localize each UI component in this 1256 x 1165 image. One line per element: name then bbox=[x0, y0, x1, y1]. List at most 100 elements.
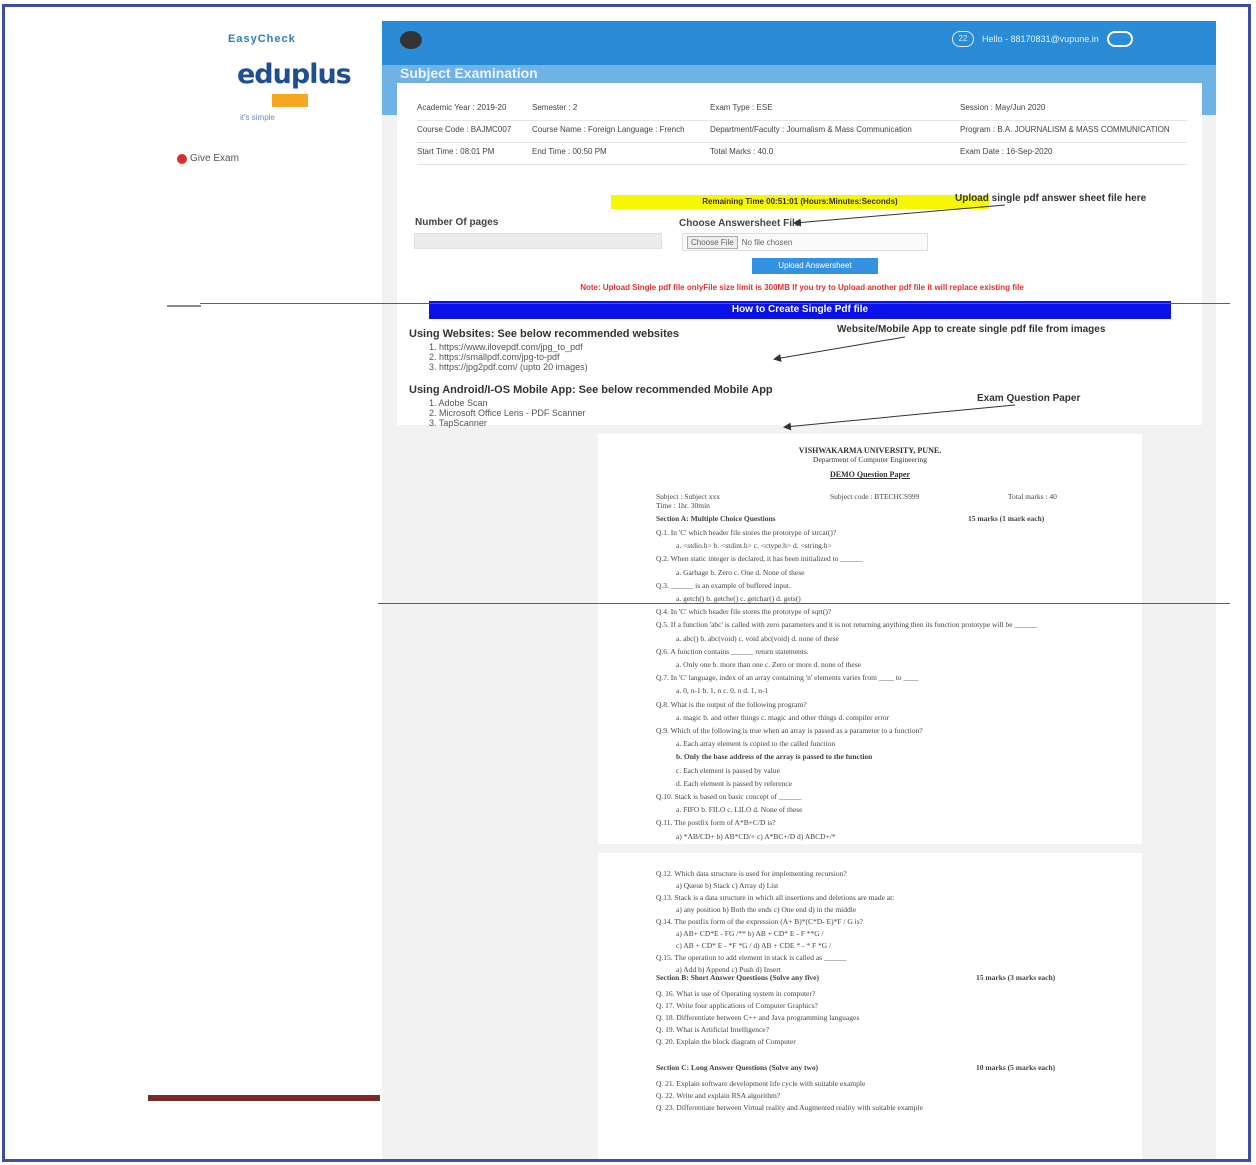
question-line: a. <stdio.h> b. <stdint.h> c. <ctype.h> … bbox=[676, 541, 832, 551]
notification-badge[interactable]: 22 bbox=[952, 31, 974, 47]
question-line: a. getch() b. getche() c. getchar() d. g… bbox=[676, 594, 801, 603]
paper-title: DEMO Question Paper bbox=[830, 470, 910, 479]
menu-toggle-icon[interactable] bbox=[400, 31, 422, 49]
question-line: Q. 17. Write four applications of Comput… bbox=[656, 1001, 818, 1010]
exam-icon bbox=[177, 153, 187, 164]
exam-card: Academic Year : 2019-20 Semester : 2 Exa… bbox=[397, 83, 1202, 428]
question-line: a) AB+ CD*E - FG /** b) AB + CD* E - F *… bbox=[676, 929, 824, 938]
choose-file-button[interactable]: Choose File bbox=[687, 235, 738, 249]
question-line: a) *AB/CD+ b) AB*CD/+ c) A*BC+/D d) ABCD… bbox=[676, 831, 836, 841]
eduplus-logo: eduplus bbox=[237, 59, 352, 90]
app-item: 3. TapScanner bbox=[429, 418, 487, 428]
apps-heading: Using Android/I-OS Mobile App: See below… bbox=[409, 384, 773, 396]
info-cell: Department/Faculty : Journalism & Mass C… bbox=[710, 125, 912, 134]
question-line: Q.15. The operation to add element in st… bbox=[656, 953, 847, 962]
section-a-marks: 15 marks (1 mark each) bbox=[968, 514, 1045, 523]
question-line: Q. 19. What is Artificial Intelligence? bbox=[656, 1025, 769, 1034]
brand-title: EasyCheck bbox=[228, 33, 296, 45]
question-line: a. abc() b. abc(void) c. void abc(void) … bbox=[676, 633, 839, 643]
settings-toggle[interactable] bbox=[1106, 31, 1133, 47]
question-line: Q. 16. What is use of Operating system i… bbox=[656, 989, 816, 998]
question-line: a. 0, n-1 b. 1, n c. 0, n d. 1, n-1 bbox=[676, 686, 769, 696]
remaining-time-banner: Remaining Time 00:51:01 (Hours:Minutes:S… bbox=[611, 195, 989, 209]
info-cell: Exam Date : 16-Sep-2020 bbox=[960, 147, 1053, 156]
question-line: a. Each array element is copied to the c… bbox=[676, 739, 836, 749]
app-item: 1. Adobe Scan bbox=[429, 398, 488, 408]
question-line: Q. 23. Differentiate between Virtual rea… bbox=[656, 1103, 923, 1112]
website-link[interactable]: 1. https://www.ilovepdf.com/jpg_to_pdf bbox=[429, 342, 588, 352]
sidebar-item-give-exam[interactable]: Give Exam bbox=[177, 153, 239, 164]
website-link[interactable]: 3. https://jpg2pdf.com/ (upto 20 images) bbox=[429, 362, 588, 372]
question-line: Q.6. A function contains ______ return s… bbox=[656, 646, 809, 656]
annotation-upload: Upload single pdf answer sheet file here bbox=[955, 193, 1147, 204]
user-area: 22 Hello - 88170831@vupune.in bbox=[952, 31, 1133, 47]
paper-department: Department of Computer Engineering bbox=[813, 455, 927, 464]
question-line: Q.3. ______ is an example of buffered in… bbox=[656, 580, 791, 590]
section-c-heading: Section C: Long Answer Questions (Solve … bbox=[656, 1063, 819, 1072]
website-link[interactable]: 2. https://smallpdf.com/jpg-to-pdf bbox=[429, 352, 588, 362]
question-line: d. Each element is passed by reference bbox=[676, 778, 792, 788]
question-line: a. Only one b. more than one c. Zero or … bbox=[676, 660, 861, 669]
info-cell: Program : B.A. JOURNALISM & MASS COMMUNI… bbox=[960, 125, 1170, 134]
app-item: 2. Microsoft Office Lens - PDF Scanner bbox=[429, 408, 586, 418]
section-a-heading: Section A: Multiple Choice Questions bbox=[656, 514, 776, 523]
info-row: Start Time : 08:01 PM End Time : 00:50 P… bbox=[417, 143, 1187, 165]
info-row: Academic Year : 2019-20 Semester : 2 Exa… bbox=[417, 99, 1187, 121]
annotation-paper: Exam Question Paper bbox=[977, 393, 1081, 404]
sidebar-divider bbox=[167, 305, 201, 307]
upload-note: Note: Upload Single pdf file onlyFile si… bbox=[580, 283, 1024, 292]
info-cell: Total Marks : 40.0 bbox=[710, 147, 774, 156]
question-line: Q.7. In 'C' language, index of an array … bbox=[656, 673, 919, 683]
paper-subject-code: Subject code : BTECHCS999 bbox=[830, 492, 920, 501]
logo-accent bbox=[272, 94, 308, 107]
question-paper-page-2: Q.12. Which data structure is used for i… bbox=[598, 853, 1142, 1159]
sidebar-bottom-bar bbox=[148, 1095, 380, 1101]
page-title: Subject Examination bbox=[400, 65, 538, 81]
question-line: b. Only the base address of the array is… bbox=[676, 752, 873, 762]
question-line: Q.1. In 'C' which header file stores the… bbox=[656, 528, 837, 537]
question-line: Q. 22. Write and explain RSA algorithm? bbox=[656, 1091, 781, 1100]
answersheet-file-input[interactable]: Choose File No file chosen bbox=[682, 233, 928, 251]
info-cell: Start Time : 08:01 PM bbox=[417, 147, 495, 156]
info-cell: Course Name : Foreign Language : French bbox=[532, 125, 685, 134]
info-cell: Course Code : BAJMC007 bbox=[417, 125, 512, 134]
question-line: Q.10. Stack is based on basic concept of… bbox=[656, 792, 802, 801]
question-line: Q.8. What is the output of the following… bbox=[656, 699, 807, 709]
logo-tagline: it's simple bbox=[240, 113, 275, 122]
pages-label: Number Of pages bbox=[415, 217, 499, 228]
section-b-marks: 15 marks (3 marks each) bbox=[976, 973, 1056, 982]
question-line: a. FIFO b. FILO c. LILO d. None of these bbox=[676, 805, 803, 815]
websites-list: 1. https://www.ilovepdf.com/jpg_to_pdf 2… bbox=[429, 342, 588, 372]
screenshot-frame: EasyCheck eduplus it's simple Give Exam … bbox=[2, 4, 1251, 1162]
question-line: Q. 21. Explain software development life… bbox=[656, 1079, 866, 1088]
question-line: a) Queue b) Stack c) Array d) List bbox=[676, 881, 779, 890]
info-cell: End Time : 00:50 PM bbox=[532, 147, 607, 156]
paper-subject: Subject : Subject xxx bbox=[656, 492, 720, 501]
paper-university: VISHWAKARMA UNIVERSITY, PUNE. bbox=[798, 446, 942, 455]
annotation-websites: Website/Mobile App to create single pdf … bbox=[837, 324, 1106, 335]
info-cell: Academic Year : 2019-20 bbox=[417, 103, 507, 112]
question-line: a) any position b) Both the ends c) One … bbox=[676, 905, 857, 914]
apps-list: 1. Adobe Scan 2. Microsoft Office Lens -… bbox=[429, 398, 585, 428]
question-line: Q.14. The postfix form of the expression… bbox=[656, 917, 863, 926]
pages-input[interactable] bbox=[414, 233, 662, 249]
question-line: Q. 20. Explain the block diagram of Comp… bbox=[656, 1037, 796, 1046]
upload-answersheet-button[interactable]: Upload Answersheet bbox=[752, 258, 878, 274]
info-cell: Session : May/Jun 2020 bbox=[960, 103, 1046, 112]
info-row: Course Code : BAJMC007 Course Name : For… bbox=[417, 121, 1187, 143]
info-cell: Exam Type : ESE bbox=[710, 103, 773, 112]
websites-heading: Using Websites: See below recommended we… bbox=[409, 328, 679, 340]
question-line: Q.13. Stack is a data structure in which… bbox=[656, 893, 895, 902]
sidebar-item-label: Give Exam bbox=[190, 153, 239, 164]
info-cell: Semester : 2 bbox=[532, 103, 578, 112]
question-line: Q.12. Which data structure is used for i… bbox=[656, 869, 847, 878]
section-c-marks: 10 marks (5 marks each) bbox=[976, 1063, 1056, 1072]
file-status: No file chosen bbox=[741, 237, 793, 247]
question-line: a. magic b. and other things c. magic an… bbox=[676, 712, 890, 722]
separator-line bbox=[378, 603, 1230, 604]
top-navbar: 22 Hello - 88170831@vupune.in bbox=[382, 21, 1216, 65]
question-line: Q.5. If a function 'abc' is called with … bbox=[656, 620, 1037, 630]
answersheet-label: Choose Answersheet File bbox=[679, 218, 801, 229]
question-paper-page-1: VISHWAKARMA UNIVERSITY, PUNE. Department… bbox=[598, 434, 1142, 844]
question-line: c) AB + CD* E - *F *G / d) AB + CDE * - … bbox=[676, 941, 832, 950]
